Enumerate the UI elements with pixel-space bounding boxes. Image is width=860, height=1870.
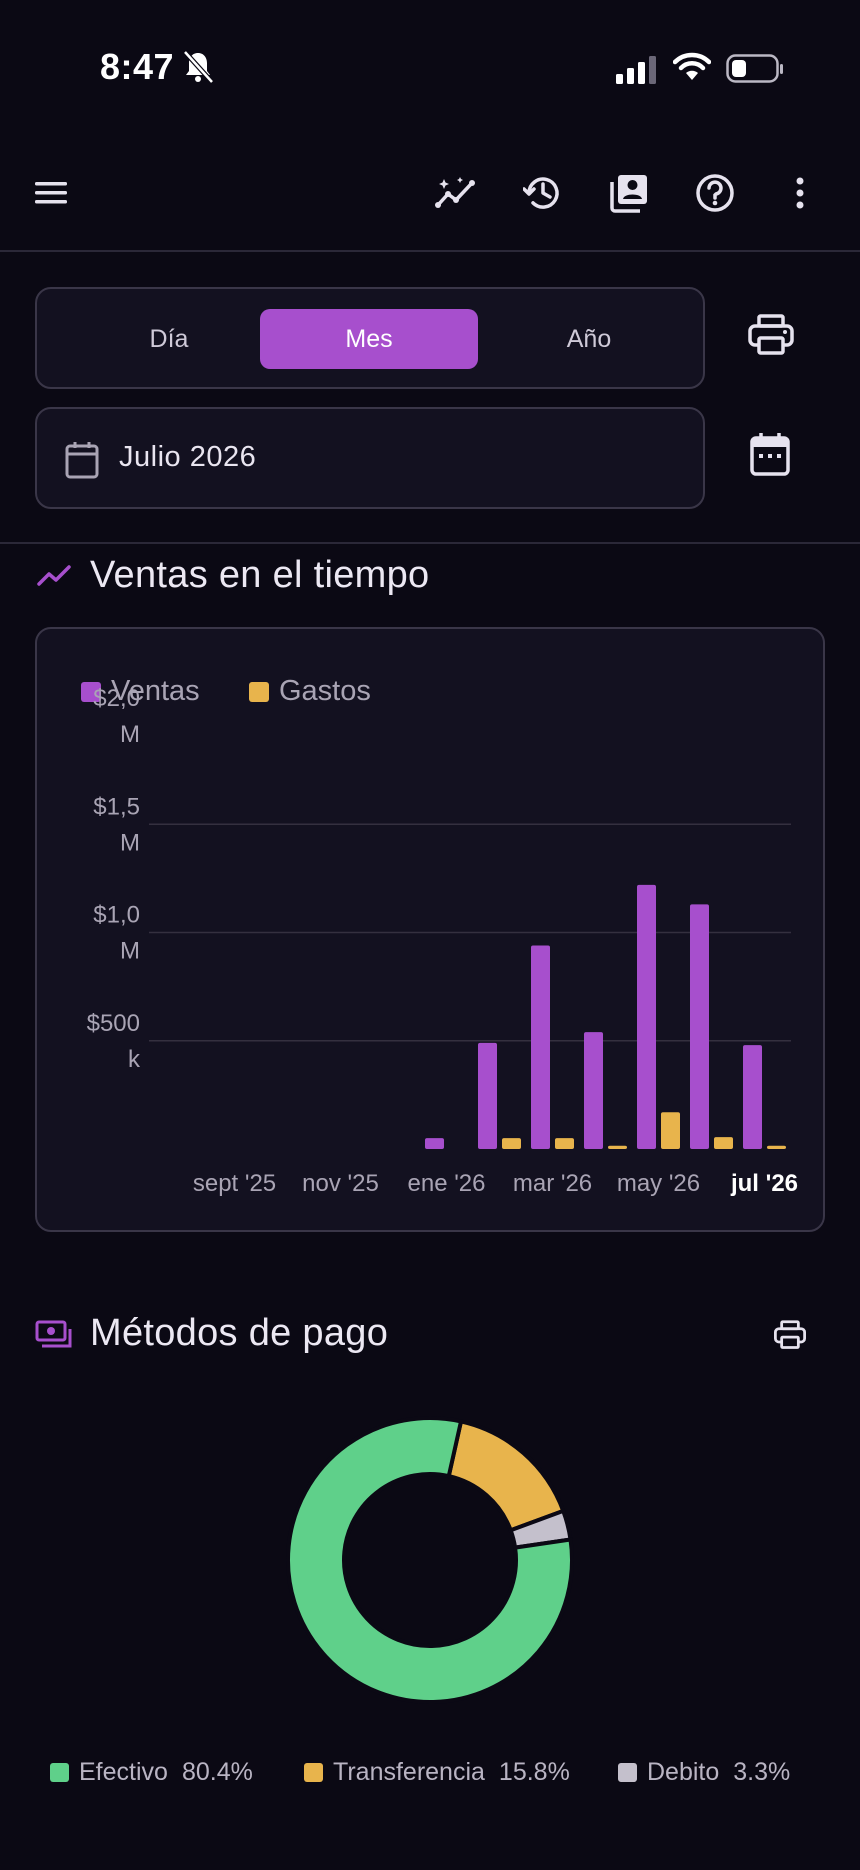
- period-segmented-control: Día Mes Año: [35, 287, 705, 389]
- menu-icon: [35, 182, 67, 204]
- payments-icon: [35, 1320, 72, 1348]
- contacts-book-icon: [610, 175, 647, 213]
- period-option-year[interactable]: Año: [480, 309, 698, 369]
- signal-icon: [616, 56, 656, 84]
- x-tick-label: sept '25: [193, 1170, 276, 1197]
- printer-icon: [774, 1320, 806, 1349]
- legend-label-debito: Debito: [647, 1758, 720, 1786]
- payment-methods-donut: [286, 1416, 574, 1704]
- sales-bar-chart: $2,0 M $1,5 M $1,0 M $500 k sept '25 nov '25 ene '…: [87, 685, 798, 1197]
- donut-slice-transferencia[interactable]: [446, 1419, 566, 1533]
- bar-ventas[interactable]: [637, 884, 656, 1149]
- bell-off-icon: [183, 50, 214, 84]
- trending-icon: [435, 177, 475, 208]
- y-tick-label: $2,0 M: [93, 685, 140, 748]
- legend-swatch-debito: [618, 1763, 637, 1782]
- print-payments-button[interactable]: [774, 1320, 806, 1355]
- help-button[interactable]: [692, 170, 738, 216]
- more-vert-icon: [796, 177, 804, 209]
- help-icon: [696, 174, 734, 212]
- x-tick-label: may '26: [617, 1170, 700, 1197]
- bar-gastos[interactable]: [608, 1145, 627, 1149]
- x-tick-label: nov '25: [302, 1170, 379, 1197]
- print-report-button[interactable]: [748, 314, 794, 361]
- x-tick-label: ene '26: [408, 1170, 486, 1197]
- calendar-icon: [750, 433, 790, 476]
- bar-ventas[interactable]: [478, 1042, 497, 1149]
- legend-swatch-efectivo: [50, 1763, 69, 1782]
- contacts-button[interactable]: [606, 170, 652, 216]
- bar-gastos[interactable]: [502, 1138, 521, 1149]
- payment-legend-transferencia[interactable]: Transferencia 15.8%: [304, 1758, 570, 1787]
- printer-icon: [748, 314, 794, 355]
- section-divider: [0, 542, 860, 544]
- menu-button[interactable]: [28, 170, 74, 216]
- x-tick-label: mar '26: [513, 1170, 592, 1197]
- date-field[interactable]: Julio 2026: [35, 407, 705, 509]
- x-tick-label: jul '26: [730, 1170, 798, 1197]
- legend-label-transferencia: Transferencia: [333, 1758, 485, 1786]
- status-time: 8:47: [100, 46, 175, 87]
- calendar-picker-button[interactable]: [750, 432, 790, 481]
- date-field-value: Julio 2026: [119, 441, 257, 473]
- sales-chart-card: Ventas Gastos $2,0 M $1,5 M $1,0 M $500 k sept '…: [35, 627, 825, 1232]
- bar-ventas[interactable]: [425, 1138, 444, 1149]
- legend-label-efectivo: Efectivo: [79, 1758, 168, 1786]
- history-button[interactable]: [520, 170, 566, 216]
- bar-ventas[interactable]: [584, 1032, 603, 1149]
- payment-legend-efectivo[interactable]: Efectivo 80.4%: [50, 1758, 253, 1787]
- legend-swatch-transferencia: [304, 1763, 323, 1782]
- y-tick-label: $1,5 M: [93, 793, 140, 856]
- period-option-month[interactable]: Mes: [260, 309, 478, 369]
- bar-ventas[interactable]: [690, 904, 709, 1149]
- bar-gastos[interactable]: [767, 1145, 786, 1149]
- battery-icon: [726, 54, 783, 83]
- sales-section-title: Ventas en el tiempo: [90, 554, 430, 596]
- payment-legend-debito[interactable]: Debito 3.3%: [618, 1758, 790, 1787]
- trending-up-icon: [37, 565, 71, 586]
- bar-gastos[interactable]: [555, 1138, 574, 1149]
- period-option-day[interactable]: Día: [60, 309, 278, 369]
- bar-ventas[interactable]: [743, 1045, 762, 1149]
- y-tick-label: $500 k: [87, 1010, 141, 1073]
- history-icon: [523, 177, 559, 209]
- bar-gastos[interactable]: [714, 1137, 733, 1149]
- more-options-button[interactable]: [777, 170, 823, 216]
- bar-ventas[interactable]: [531, 945, 550, 1149]
- legend-value-debito: 3.3%: [733, 1758, 791, 1786]
- appbar-divider: [0, 250, 860, 252]
- wifi-icon: [673, 52, 711, 80]
- y-tick-label: $1,0 M: [93, 902, 140, 965]
- bar-gastos[interactable]: [661, 1112, 680, 1149]
- calendar-outline-icon: [65, 442, 99, 479]
- insights-button[interactable]: [433, 170, 479, 216]
- payments-section-title: Métodos de pago: [90, 1312, 389, 1354]
- legend-value-efectivo: 80.4%: [181, 1758, 253, 1786]
- legend-value-transferencia: 15.8%: [498, 1758, 570, 1786]
